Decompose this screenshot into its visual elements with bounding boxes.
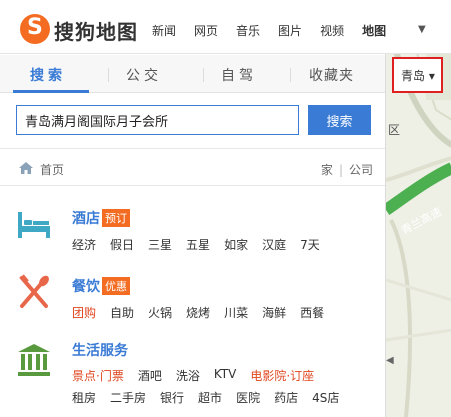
booking-badge: 预订 — [102, 209, 130, 227]
quick-links: 家 | 公司 — [320, 163, 373, 177]
service-item[interactable]: 酒吧 — [138, 367, 162, 384]
dining-item[interactable]: 川菜 — [224, 304, 248, 321]
service-item[interactable]: 超市 — [198, 389, 222, 406]
city-selector[interactable]: 青岛 ▾ — [392, 57, 443, 93]
hotel-item[interactable]: 如家 — [224, 236, 248, 253]
service-item[interactable]: 租房 — [72, 389, 96, 406]
product-nav: 新闻 网页 音乐 图片 视频 地图 ▼ — [152, 22, 426, 39]
hotel-item[interactable]: 三星 — [148, 236, 172, 253]
search-button[interactable]: 搜索 — [308, 105, 371, 135]
home-link[interactable]: 首页 — [40, 161, 64, 178]
top-header: S 搜狗地图 新闻 网页 音乐 图片 视频 地图 ▼ — [0, 0, 451, 54]
sogou-logo-icon: S — [20, 14, 50, 44]
map-panel[interactable]: 区 青兰高速 ◀ — [385, 50, 451, 417]
hotel-item[interactable]: 假日 — [110, 236, 134, 253]
city-label: 青岛 ▾ — [401, 69, 435, 83]
hotel-bed-icon[interactable] — [16, 206, 52, 242]
nav-news[interactable]: 新闻 — [152, 22, 176, 39]
caret-down-icon[interactable]: ▼ — [418, 24, 426, 35]
service-item[interactable]: 景点·门票 — [72, 367, 124, 384]
tab-favorites[interactable]: 收藏夹 — [309, 65, 354, 85]
service-item[interactable]: KTV — [214, 367, 236, 384]
sogou-map-logo[interactable]: S 搜狗地图 — [20, 14, 140, 44]
category-title[interactable]: 生活服务 — [72, 340, 128, 360]
company-quick-link[interactable]: 公司 — [349, 163, 373, 177]
map-area-label: 区 — [388, 123, 401, 137]
category-items: 经济 假日 三星 五星 如家 汉庭 7天 — [72, 236, 334, 253]
dining-item[interactable]: 海鲜 — [262, 304, 286, 321]
dining-item[interactable]: 团购 — [72, 304, 96, 321]
nav-images[interactable]: 图片 — [278, 22, 302, 39]
home-quick-link[interactable]: 家 — [321, 163, 333, 177]
discount-badge: 优惠 — [102, 277, 130, 295]
home-icon — [19, 162, 33, 174]
dining-item[interactable]: 西餐 — [300, 304, 324, 321]
tab-search[interactable]: 搜索 — [30, 65, 66, 85]
caret-left-icon[interactable]: ◀ — [386, 350, 398, 372]
dining-item[interactable]: 火锅 — [148, 304, 172, 321]
dining-item[interactable]: 烧烤 — [186, 304, 210, 321]
nav-map[interactable]: 地图 — [362, 22, 386, 39]
service-item[interactable]: 医院 — [236, 389, 260, 406]
tab-bus[interactable]: 公交 — [126, 65, 162, 85]
category-items: 团购 自助 火锅 烧烤 川菜 海鲜 西餐 — [72, 304, 338, 321]
search-input[interactable] — [16, 105, 299, 135]
category-title[interactable]: 餐饮 优惠 — [72, 276, 130, 296]
nav-video[interactable]: 视频 — [320, 22, 344, 39]
service-item[interactable]: 电影院·订座 — [250, 367, 314, 384]
nav-music[interactable]: 音乐 — [236, 22, 260, 39]
service-item[interactable]: 药店 — [274, 389, 298, 406]
hotel-item[interactable]: 经济 — [72, 236, 96, 253]
dining-item[interactable]: 自助 — [110, 304, 134, 321]
service-item[interactable]: 4S店 — [312, 389, 339, 406]
mode-tabs: 搜索 公交 自驾 收藏夹 — [0, 55, 385, 93]
category-title[interactable]: 酒店 预订 — [72, 208, 130, 228]
hotel-item[interactable]: 五星 — [186, 236, 210, 253]
building-icon[interactable] — [16, 342, 52, 378]
tab-divider — [290, 68, 291, 82]
logo-text: 搜狗地图 — [54, 20, 138, 44]
search-bar: 搜索 — [0, 94, 385, 146]
active-tab-indicator — [13, 90, 89, 93]
category-items-row2: 租房 二手房 银行 超市 医院 药店 4S店 — [72, 389, 353, 406]
hotel-item[interactable]: 汉庭 — [262, 236, 286, 253]
fork-knife-icon[interactable] — [16, 274, 52, 310]
tab-drive[interactable]: 自驾 — [221, 65, 257, 85]
service-item[interactable]: 二手房 — [110, 389, 146, 406]
service-item[interactable]: 洗浴 — [176, 367, 200, 384]
nav-web[interactable]: 网页 — [194, 22, 218, 39]
breadcrumb: 首页 家 | 公司 — [0, 148, 385, 186]
tab-divider — [203, 68, 204, 82]
service-item[interactable]: 银行 — [160, 389, 184, 406]
hotel-item[interactable]: 7天 — [300, 236, 320, 253]
category-items: 景点·门票 酒吧 洗浴 KTV 电影院·订座 — [72, 367, 328, 384]
tab-divider — [108, 68, 109, 82]
